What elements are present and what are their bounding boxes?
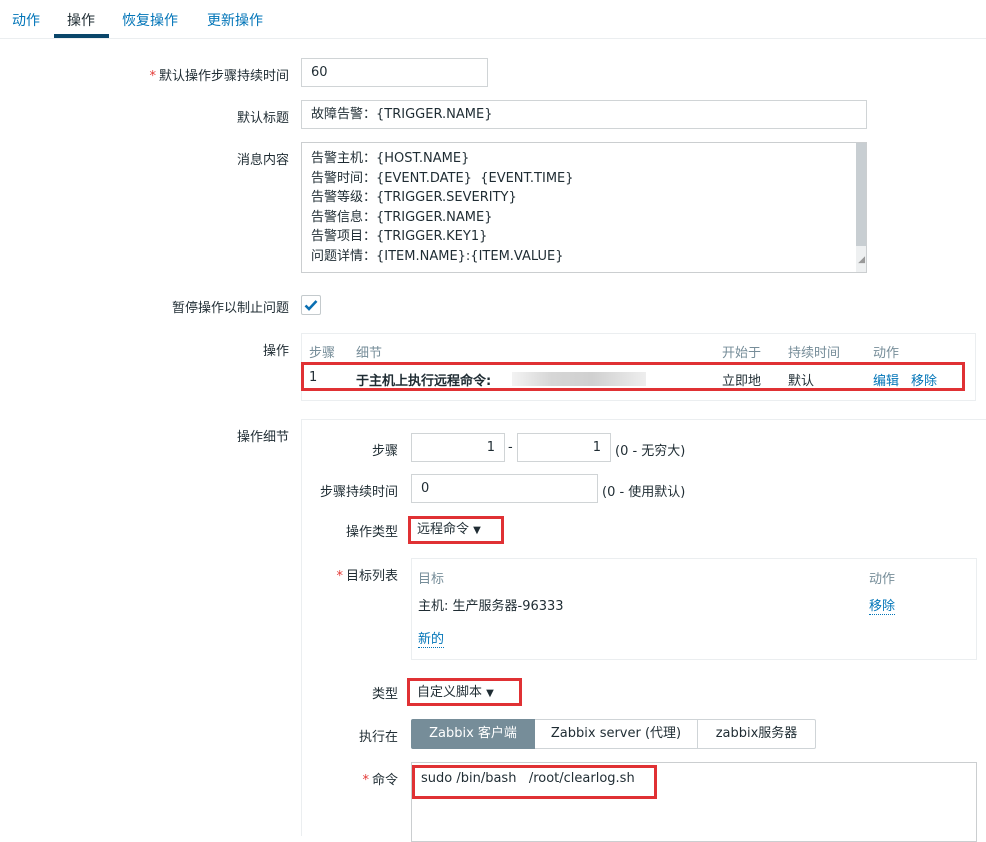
tab-recovery-operations[interactable]: 恢复操作: [122, 10, 178, 30]
command-label: * 命令: [362, 773, 398, 788]
col-duration: 持续时间: [788, 346, 841, 361]
target-host: 主机: 生产服务器-96333: [418, 599, 564, 614]
highlight-box: [408, 516, 504, 544]
steps-label: 步骤: [371, 444, 398, 459]
execute-on-zabbix-agent[interactable]: Zabbix 客户端: [411, 719, 535, 749]
step-to-input[interactable]: 1: [517, 433, 611, 462]
execute-on-zabbix-server[interactable]: zabbix服务器: [697, 719, 816, 749]
highlight-box: [301, 362, 965, 391]
message-line: 告警时间：{EVENT.DATE} {EVENT.TIME}: [311, 170, 574, 186]
operation-type-label: 操作类型: [345, 525, 398, 540]
remove-target-link[interactable]: 移除: [869, 595, 896, 615]
pause-suppressed-checkbox[interactable]: [301, 295, 321, 315]
message-label: 消息内容: [236, 153, 289, 168]
operation-details-label: 操作细节: [236, 430, 289, 445]
col-target: 目标: [418, 572, 445, 587]
default-step-duration-label: * 默认操作步骤持续时间: [149, 69, 289, 84]
step-duration-input[interactable]: 0: [411, 474, 598, 503]
tab-action[interactable]: 动作: [12, 10, 40, 30]
default-subject-input[interactable]: 故障告警：{TRIGGER.NAME}: [301, 100, 867, 129]
message-textarea[interactable]: 告警主机：{HOST.NAME} 告警时间：{EVENT.DATE} {EVEN…: [301, 142, 867, 273]
step-duration-hint: (0 - 使用默认): [602, 485, 686, 500]
type-label: 类型: [371, 687, 398, 702]
message-line: 问题详情：{ITEM.NAME}:{ITEM.VALUE}: [311, 248, 564, 264]
execute-on-label: 执行在: [358, 730, 398, 745]
steps-hint: (0 - 无穷大): [615, 444, 686, 459]
message-line: 告警等级：{TRIGGER.SEVERITY}: [311, 190, 517, 206]
target-list-label: * 目标列表: [336, 569, 398, 584]
step-separator: -: [508, 440, 513, 455]
col-step: 步骤: [309, 346, 336, 361]
highlight-box: [407, 678, 522, 706]
new-target-link[interactable]: 新的: [418, 628, 445, 648]
col-target-action: 动作: [869, 572, 896, 587]
checkmark-icon: [304, 300, 318, 311]
tab-operations[interactable]: 操作: [67, 10, 95, 30]
col-action: 动作: [873, 346, 900, 361]
col-details: 细节: [356, 346, 383, 361]
step-duration-label: 步骤持续时间: [319, 485, 398, 500]
tab-update-operations[interactable]: 更新操作: [207, 10, 263, 30]
operations-label: 操作: [262, 344, 289, 359]
highlight-box: [412, 765, 657, 799]
resize-grip-icon[interactable]: ◢: [858, 251, 865, 271]
default-step-duration-input[interactable]: 60: [301, 58, 488, 87]
tab-bar: 动作 操作 恢复操作 更新操作: [0, 0, 986, 39]
active-tab-indicator: [54, 34, 109, 38]
scrollbar-thumb[interactable]: [856, 143, 866, 246]
execute-on-zabbix-server-proxy[interactable]: Zabbix server (代理): [535, 719, 698, 749]
message-line: 告警项目：{TRIGGER.KEY1}: [311, 229, 488, 245]
col-start-in: 开始于: [722, 346, 762, 361]
message-line: 告警主机：{HOST.NAME}: [311, 151, 470, 166]
step-from-input[interactable]: 1: [411, 433, 505, 462]
pause-suppressed-label: 暂停操作以制止问题: [171, 301, 289, 316]
message-line: 告警信息：{TRIGGER.NAME}: [311, 209, 493, 225]
default-subject-label: 默认标题: [236, 111, 289, 126]
